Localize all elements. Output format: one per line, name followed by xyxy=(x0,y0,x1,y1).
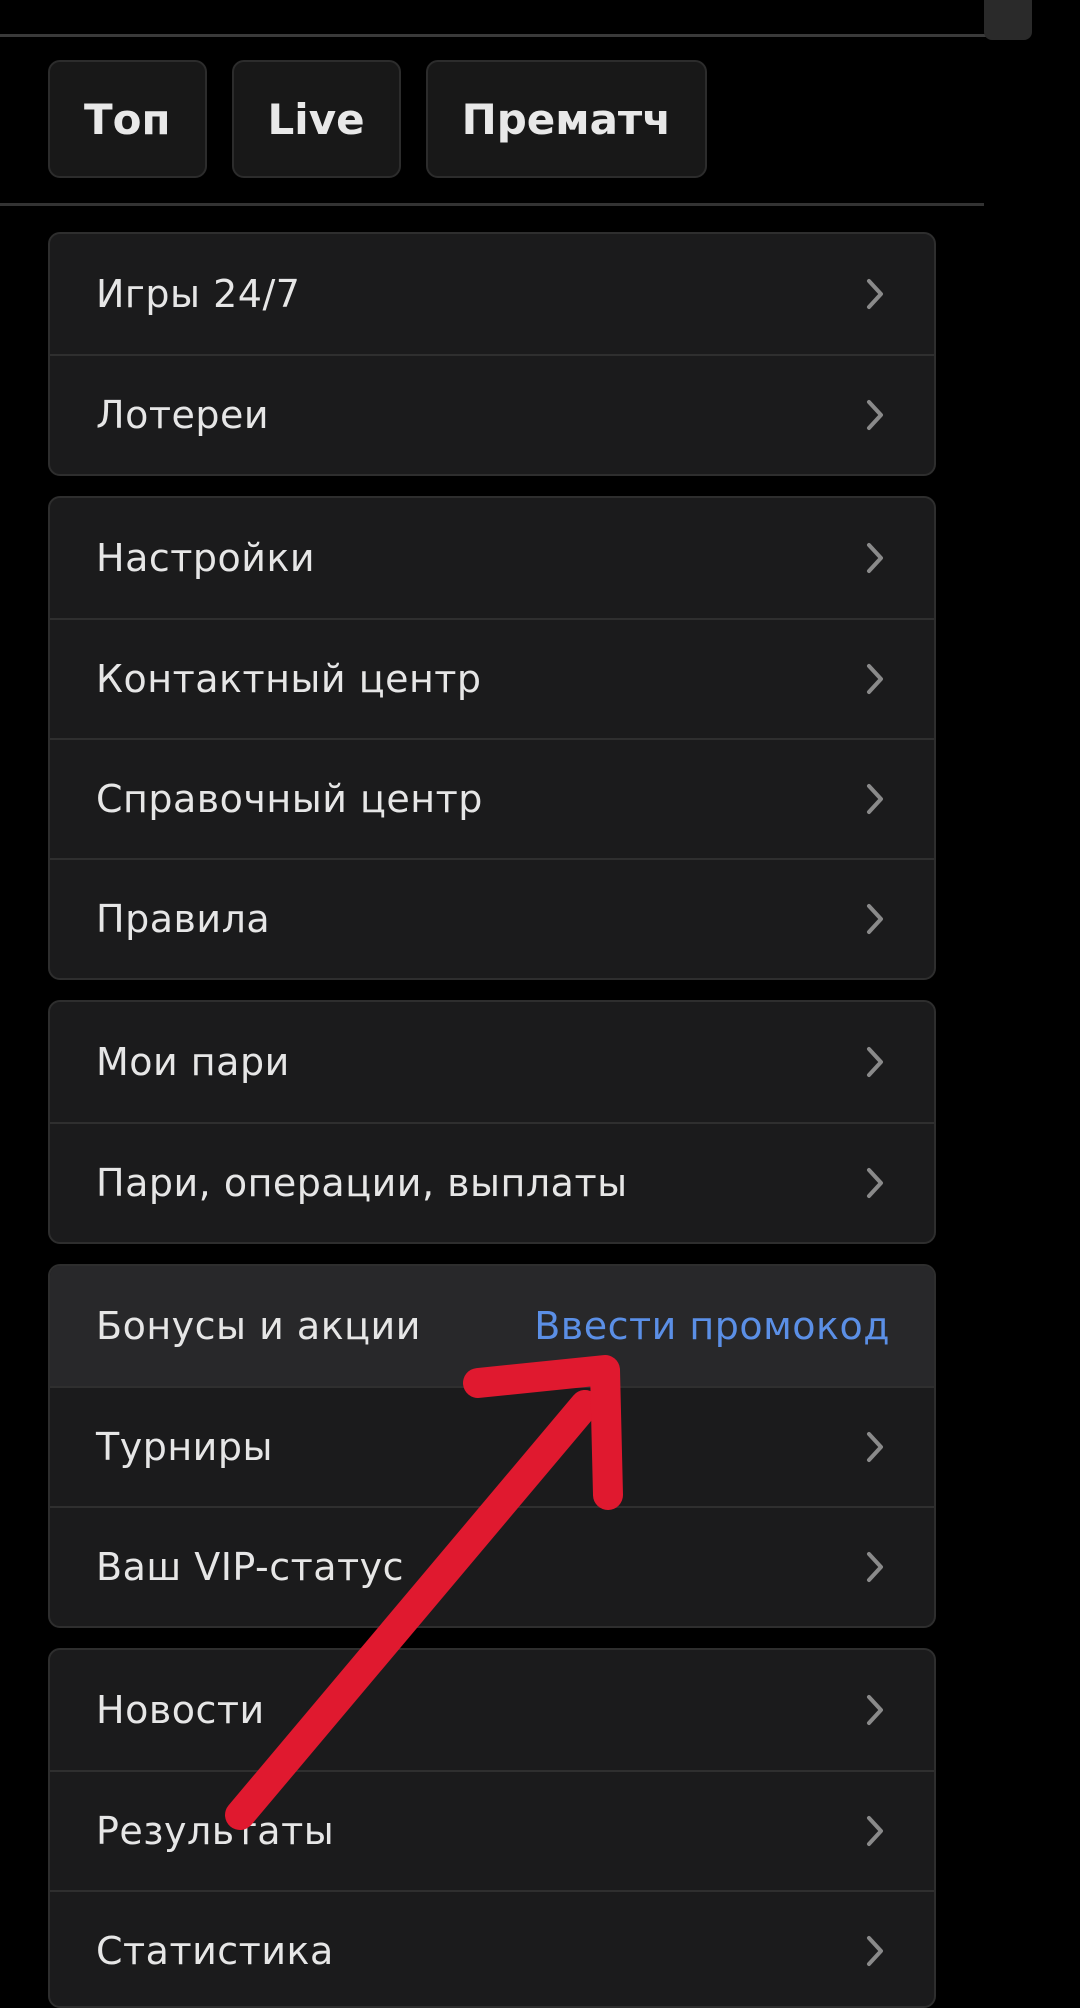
chevron-right-icon xyxy=(867,543,883,573)
scroll-handle[interactable] xyxy=(984,0,1032,40)
tab-top[interactable]: Топ xyxy=(48,60,207,178)
menu-group-bonuses: Бонусы и акции Ввести промокод Турниры В… xyxy=(48,1264,936,1628)
chevron-right-icon xyxy=(867,784,883,814)
chevron-right-icon xyxy=(867,400,883,430)
menu-item-vip-status[interactable]: Ваш VIP-статус xyxy=(50,1506,934,1626)
menu-item-label: Результаты xyxy=(96,1809,335,1853)
menu-item-label: Турниры xyxy=(96,1425,273,1469)
chevron-right-icon xyxy=(867,279,883,309)
menu-item-label: Мои пари xyxy=(96,1040,290,1084)
chevron-right-icon xyxy=(867,1432,883,1462)
chevron-right-icon xyxy=(867,1552,883,1582)
top-divider xyxy=(0,34,1000,37)
menu-item-statistics[interactable]: Статистика xyxy=(50,1890,934,2006)
chevron-right-icon xyxy=(867,904,883,934)
menu-item-label: Справочный центр xyxy=(96,777,483,821)
chevron-right-icon xyxy=(867,1816,883,1846)
menu-item-tournaments[interactable]: Турниры xyxy=(50,1386,934,1506)
menu-item-label: Игры 24/7 xyxy=(96,272,301,316)
menu-item-label: Новости xyxy=(96,1688,265,1732)
tab-prematch[interactable]: Прематч xyxy=(425,60,708,178)
menu-item-my-bets[interactable]: Мои пари xyxy=(50,1002,934,1122)
tab-live[interactable]: Live xyxy=(231,60,401,178)
menu-item-contact-center[interactable]: Контактный центр xyxy=(50,618,934,738)
chevron-right-icon xyxy=(867,1936,883,1966)
menu-item-label: Ваш VIP-статус xyxy=(96,1545,405,1589)
menu-group-bets: Мои пари Пари, операции, выплаты xyxy=(48,1000,936,1244)
menu-item-label: Правила xyxy=(96,897,271,941)
tabs-divider xyxy=(0,203,984,206)
chevron-right-icon xyxy=(867,1168,883,1198)
menu-item-settings[interactable]: Настройки xyxy=(50,498,934,618)
menu-group-games: Игры 24/7 Лотереи xyxy=(48,232,936,476)
menu-item-label: Настройки xyxy=(96,536,316,580)
enter-promo-code-link[interactable]: Ввести промокод xyxy=(534,1304,890,1348)
menu-item-label: Лотереи xyxy=(96,393,270,437)
chevron-right-icon xyxy=(867,1047,883,1077)
menu-item-rules[interactable]: Правила xyxy=(50,858,934,978)
menu-item-games-24-7[interactable]: Игры 24/7 xyxy=(50,234,934,354)
menu-item-bets-operations-payouts[interactable]: Пари, операции, выплаты xyxy=(50,1122,934,1242)
chevron-right-icon xyxy=(867,664,883,694)
chevron-right-icon xyxy=(867,1695,883,1725)
menu-item-label: Статистика xyxy=(96,1929,334,1973)
menu-group-info: Новости Результаты Статистика xyxy=(48,1648,936,2008)
menu-item-news[interactable]: Новости xyxy=(50,1650,934,1770)
menu-item-label: Контактный центр xyxy=(96,657,482,701)
menu-item-lotteries[interactable]: Лотереи xyxy=(50,354,934,474)
menu-group-settings: Настройки Контактный центр Справочный це… xyxy=(48,496,936,980)
menu-item-help-center[interactable]: Справочный центр xyxy=(50,738,934,858)
menu-item-bonuses-promotions[interactable]: Бонусы и акции Ввести промокод xyxy=(50,1266,934,1386)
menu-item-label: Пари, операции, выплаты xyxy=(96,1161,628,1205)
tab-bar: Топ Live Прематч xyxy=(48,60,708,178)
menu-item-label: Бонусы и акции xyxy=(96,1304,421,1348)
menu-item-results[interactable]: Результаты xyxy=(50,1770,934,1890)
